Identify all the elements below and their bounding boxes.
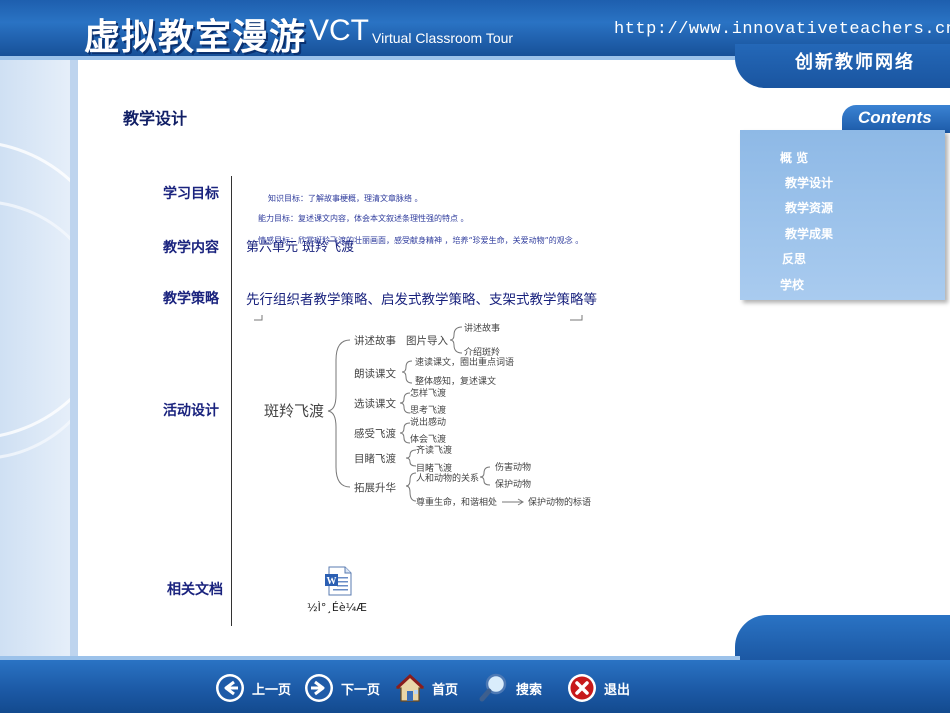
- mindmap-leaf: 讲述故事: [464, 322, 500, 334]
- activity-mindmap: 斑羚飞渡 讲述故事 图片导入 讲述故事 介绍斑羚 朗读课文 速读课文，圈出重点词…: [254, 315, 591, 508]
- left-decor-band: [0, 60, 78, 660]
- nav-item-reflection[interactable]: 反思: [782, 250, 806, 267]
- home-button[interactable]: 首页: [394, 671, 458, 705]
- nav-item-overview[interactable]: 概 览: [780, 149, 808, 166]
- label-teaching-strategy: 教学策略: [163, 291, 219, 307]
- contents-panel: [740, 130, 945, 300]
- word-document-icon[interactable]: W: [323, 565, 355, 597]
- mindmap-leaf: 说出感动: [410, 416, 446, 428]
- mindmap-respect: 尊重生命，和谐相处: [416, 496, 497, 508]
- arrow-right-icon: [305, 674, 333, 702]
- exit-label: 退出: [604, 682, 631, 698]
- site-name: 创新教师网络: [795, 52, 915, 73]
- mindmap-branch-witness: 目睹飞渡: [354, 452, 396, 465]
- mindmap-story-sub: 图片导入: [406, 334, 448, 347]
- nav-item-teaching-results[interactable]: 教学成果: [785, 225, 833, 242]
- nav-item-school[interactable]: 学校: [780, 276, 804, 293]
- mindmap-branch-feel: 感受飞渡: [354, 427, 396, 440]
- arrow-left-icon: [216, 674, 244, 702]
- svg-text:W: W: [327, 576, 337, 587]
- mindmap-branch-extend: 拓展升华: [354, 481, 396, 494]
- label-related-docs: 相关文档: [167, 582, 223, 598]
- mindmap-leaf: 思考飞渡: [410, 404, 446, 416]
- mindmap-leaf: 伤害动物: [495, 461, 531, 473]
- mindmap-leaf: 齐读飞渡: [416, 444, 452, 456]
- next-page-label: 下一页: [341, 682, 381, 698]
- logo-title-en: Virtual Classroom Tour: [372, 30, 514, 46]
- mindmap-leaf: 介绍斑羚: [464, 346, 500, 358]
- mindmap-leaf: 速读课文，圈出重点词语: [415, 356, 514, 368]
- mindmap-branch-select: 选读课文: [354, 397, 396, 410]
- goal-knowledge: 知识目标：了解故事梗概，理清文章脉络 。: [268, 194, 423, 203]
- contents-title: Contents: [858, 108, 932, 127]
- mindmap-leaf: 体会飞渡: [410, 433, 446, 445]
- page-title: 教学设计: [123, 109, 188, 128]
- search-icon: [479, 673, 507, 702]
- mindmap-target: 保护动物的标语: [528, 496, 591, 508]
- nav-item-teaching-resources[interactable]: 教学资源: [785, 199, 833, 216]
- mindmap-relation: 人和动物的关系: [416, 472, 479, 484]
- label-activity-design: 活动设计: [163, 403, 219, 419]
- decor-arc: [0, 200, 78, 460]
- goal-emotion: 情感目标：欣赏斑羚飞渡的壮丽画面，感受献身精神 ，培养“珍爱生命，关爱动物”的观…: [258, 236, 584, 245]
- search-button[interactable]: 搜索: [478, 671, 542, 705]
- page: 虚拟教室漫游 VCT Virtual Classroom Tour http:/…: [0, 0, 950, 713]
- label-learning-goals: 学习目标: [163, 186, 219, 202]
- mindmap-labels: 斑羚飞渡 讲述故事 图片导入 讲述故事 介绍斑羚 朗读课文 速读课文，圈出重点词…: [264, 322, 591, 508]
- goal-ability: 能力目标：复述课文内容，体会本文叙述条理性强的特点 。: [258, 214, 469, 223]
- mindmap-leaf: 整体感知，复述课文: [415, 375, 496, 387]
- home-icon: [395, 673, 425, 702]
- decor-edge: [70, 60, 78, 660]
- document-filename[interactable]: ½Ì°¸Éè¼Æ: [307, 601, 367, 614]
- mindmap-root: 斑羚飞渡: [264, 402, 324, 420]
- label-teaching-content: 教学内容: [163, 240, 219, 256]
- prev-page-label: 上一页: [252, 682, 292, 698]
- next-page-button[interactable]: 下一页: [303, 671, 380, 705]
- mindmap-leaf: 目睹飞渡: [416, 462, 452, 474]
- exit-button[interactable]: 退出: [566, 671, 630, 705]
- section-divider: [231, 176, 232, 626]
- home-label: 首页: [432, 682, 459, 698]
- teaching-strategy-text: 先行组织者教学策略、启发式教学策略、支架式教学策略等: [246, 292, 597, 308]
- logo-title-short: VCT: [309, 14, 369, 47]
- site-url[interactable]: http://www.innovativeteachers.cn: [614, 20, 950, 39]
- search-label: 搜索: [516, 682, 543, 698]
- prev-page-button[interactable]: 上一页: [214, 671, 291, 705]
- footer-tab: [735, 615, 950, 665]
- mindmap-leaf: 保护动物: [495, 478, 531, 490]
- nav-item-teaching-design[interactable]: 教学设计: [785, 174, 833, 191]
- footer-bar: [0, 660, 950, 713]
- mindmap-leaf: 怎样飞渡: [410, 387, 446, 399]
- mindmap-branch-read: 朗读课文: [354, 367, 396, 380]
- mindmap-branch-story: 讲述故事: [354, 334, 396, 347]
- close-icon: [568, 674, 596, 702]
- logo-title-cn: 虚拟教室漫游: [84, 16, 307, 58]
